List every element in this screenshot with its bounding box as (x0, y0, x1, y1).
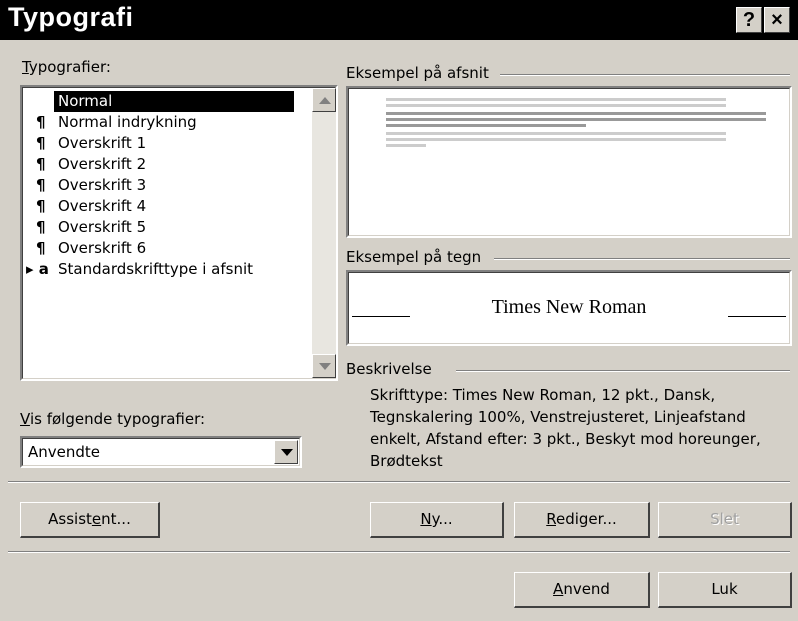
paragraph-style-icon: ¶ (36, 239, 46, 257)
list-item-label: Standardskrifttype i afsnit (58, 260, 254, 278)
paragraph-style-icon: ¶ (36, 134, 46, 152)
paragraph-style-icon: ¶ (36, 113, 46, 131)
arrow-down-icon (319, 363, 331, 370)
scroll-down-button[interactable] (312, 354, 336, 378)
apply-button[interactable]: Anvend (514, 572, 650, 608)
chevron-down-icon (281, 449, 293, 456)
show-styles-dropdown[interactable]: Anvendte (20, 436, 302, 468)
list-item[interactable]: ¶ Overskrift 5 (22, 217, 312, 238)
edit-button[interactable]: Rediger... (514, 502, 650, 538)
char-preview-divider (494, 258, 790, 260)
close-icon[interactable]: × (764, 7, 790, 33)
help-button[interactable]: ? (736, 7, 762, 33)
list-item[interactable]: ¶ Overskrift 1 (22, 133, 312, 154)
char-style-icon: ▸ a (26, 260, 49, 278)
window-title: Typografi (8, 2, 134, 32)
styles-scrollbar[interactable] (312, 88, 336, 378)
paragraph-style-icon: ¶ (36, 218, 46, 236)
list-item[interactable]: ¶ Overskrift 2 (22, 154, 312, 175)
scroll-up-button[interactable] (312, 88, 336, 112)
preview-text-line (386, 144, 426, 147)
list-item-label: Overskrift 4 (58, 197, 147, 215)
list-item[interactable]: Normal (22, 91, 312, 112)
char-preview-sample: Times New Roman (491, 296, 647, 318)
separator-top (8, 481, 790, 483)
separator-bottom (8, 551, 790, 553)
close-button[interactable]: Luk (658, 572, 792, 608)
paragraph-preview-label: Eksempel på afsnit (346, 64, 489, 82)
list-item-label: Overskrift 2 (58, 155, 147, 173)
list-item-label: Overskrift 5 (58, 218, 147, 236)
preview-text-line (386, 124, 586, 127)
delete-button[interactable]: Slet (658, 502, 792, 538)
list-item-label: Overskrift 1 (58, 134, 147, 152)
char-preview: Times New Roman (346, 270, 792, 346)
list-item-label: Normal (54, 91, 294, 112)
preview-text-line (386, 132, 726, 135)
char-preview-label: Eksempel på tegn (346, 248, 482, 266)
preview-text-line (386, 138, 726, 141)
paragraph-style-icon: ¶ (36, 155, 46, 173)
preview-text-line (386, 118, 766, 121)
description-label: Beskrivelse (346, 360, 432, 378)
show-styles-label: Vis følgende typografier: (20, 410, 206, 428)
list-item-label: Overskrift 6 (58, 239, 147, 257)
list-item[interactable]: ¶ Overskrift 4 (22, 196, 312, 217)
description-text: Skrifttype: Times New Roman, 12 pkt., Da… (370, 384, 761, 472)
description-line: Brødtekst (370, 452, 443, 470)
description-line: Skrifttype: Times New Roman, 12 pkt., Da… (370, 386, 716, 404)
styles-list-label: Typografier: (22, 58, 111, 76)
list-item-label: Overskrift 3 (58, 176, 147, 194)
show-styles-value: Anvendte (28, 443, 101, 461)
assistant-button[interactable]: Assistent... (20, 502, 160, 538)
new-button[interactable]: Ny... (370, 502, 504, 538)
styles-list-items: Normal ¶ Normal indrykning ¶ Overskrift 1 ¶ Ov… (22, 91, 312, 371)
list-item-label: Normal indrykning (58, 113, 197, 131)
preview-text-line (386, 104, 726, 107)
preview-text-line (386, 98, 726, 101)
preview-text-line (386, 112, 766, 115)
list-item[interactable]: ¶ Overskrift 6 (22, 238, 312, 259)
paragraph-style-icon: ¶ (36, 176, 46, 194)
list-item[interactable]: ¶ Overskrift 3 (22, 175, 312, 196)
arrow-up-icon (319, 97, 331, 104)
description-line: enkelt, Afstand efter: 3 pkt., Beskyt mo… (370, 430, 761, 448)
description-divider (456, 370, 790, 372)
description-line: Tegnskalering 100%, Venstrejusteret, Lin… (370, 408, 746, 426)
styles-list[interactable]: Normal ¶ Normal indrykning ¶ Overskrift 1 ¶ Ov… (20, 85, 338, 381)
list-item[interactable]: ¶ Normal indrykning (22, 112, 312, 133)
paragraph-preview (346, 86, 792, 238)
paragraph-style-icon: ¶ (36, 197, 46, 215)
list-item[interactable]: ▸ a Standardskrifttype i afsnit (22, 259, 312, 280)
paragraph-preview-divider (500, 74, 790, 76)
show-styles-dropdown-button[interactable] (274, 440, 298, 464)
